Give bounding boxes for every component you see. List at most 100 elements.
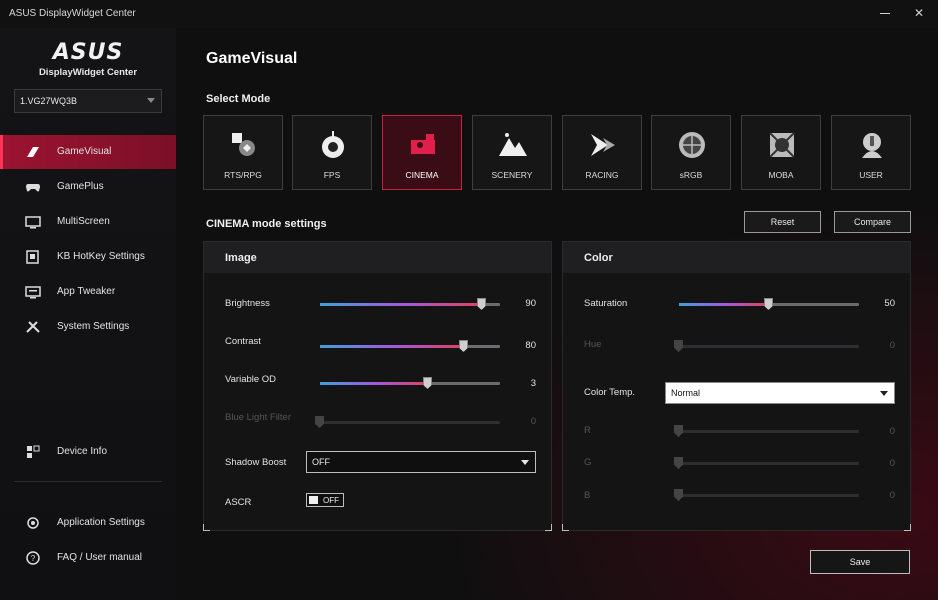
brightness-slider[interactable] (320, 298, 500, 310)
sidebar-item-label: MultiScreen (57, 216, 110, 227)
mode-label: CINEMA (405, 170, 439, 180)
mode-srgb[interactable]: sRGB (651, 115, 731, 190)
blue-light-filter-label: Blue Light Filter (225, 412, 292, 423)
color-temp-value: Normal (671, 388, 701, 398)
ascr-toggle[interactable]: OFF (306, 493, 344, 507)
mode-label: sRGB (679, 170, 703, 180)
multiscreen-icon (25, 216, 41, 229)
mode-rts-rpg[interactable]: RTS/RPG (203, 115, 283, 190)
b-value: 0 (889, 490, 895, 501)
r-slider (674, 425, 859, 437)
chevron-down-icon (880, 391, 888, 396)
slider-thumb[interactable] (477, 298, 486, 310)
gamepad-icon (26, 184, 40, 192)
mode-label: SCENERY (491, 170, 533, 180)
hue-label: Hue (584, 339, 602, 350)
slider-thumb[interactable] (423, 377, 432, 389)
slider-fill (679, 303, 769, 306)
sidebar-item-kb-hotkey[interactable]: KB HotKey Settings (0, 240, 176, 274)
mode-scenery[interactable]: SCENERY (472, 115, 552, 190)
image-panel: Image Brightness 90 Contrast 80 Variable… (203, 241, 552, 531)
blue-light-filter-value: 0 (530, 416, 536, 427)
sidebar-item-label: Application Settings (57, 517, 145, 528)
sidebar-item-label: System Settings (57, 321, 130, 332)
srgb-icon (679, 132, 705, 158)
contrast-slider[interactable] (320, 340, 500, 352)
shadow-boost-value: OFF (312, 457, 330, 467)
slider-thumb (315, 416, 324, 428)
mountain-icon (499, 133, 527, 156)
main-content: GameVisual Select Mode RTS/RPG FPS CINEM… (176, 28, 938, 600)
image-panel-title: Image (225, 252, 257, 264)
cinema-icon (411, 134, 435, 154)
g-label: G (584, 457, 592, 468)
mode-cinema[interactable]: CINEMA (382, 115, 462, 190)
svg-text:?: ? (31, 554, 36, 563)
app-tweaker-icon (25, 286, 41, 299)
saturation-slider[interactable] (679, 298, 859, 310)
sidebar-item-app-settings[interactable]: Application Settings (0, 506, 176, 540)
slider-fill (320, 382, 428, 385)
fps-icon (322, 131, 344, 158)
tools-icon (26, 321, 40, 333)
hue-slider (674, 340, 859, 352)
panel-corner (904, 524, 911, 531)
mode-racing[interactable]: RACING (562, 115, 642, 190)
panel-corner (562, 524, 569, 531)
sidebar-item-faq[interactable]: ? FAQ / User manual (0, 541, 176, 575)
brightness-value: 90 (525, 298, 536, 309)
close-button[interactable]: ✕ (907, 2, 931, 24)
color-panel-title: Color (584, 252, 613, 264)
g-value: 0 (889, 458, 895, 469)
user-icon (862, 133, 882, 158)
color-temp-label: Color Temp. (584, 387, 636, 398)
sidebar-item-label: GameVisual (57, 146, 112, 157)
sidebar-item-label: KB HotKey Settings (57, 251, 145, 262)
racing-icon (591, 134, 615, 156)
mode-fps[interactable]: FPS (292, 115, 372, 190)
slider-fill (320, 345, 464, 348)
contrast-label: Contrast (225, 336, 261, 347)
b-slider (674, 489, 859, 501)
slider-thumb[interactable] (764, 298, 773, 310)
sidebar-item-multiscreen[interactable]: MultiScreen (0, 205, 176, 239)
help-icon: ? (26, 551, 40, 565)
slider-thumb[interactable] (459, 340, 468, 352)
save-button[interactable]: Save (810, 550, 910, 574)
sidebar: ASUS DisplayWidget Center 1.VG27WQ3B Gam… (0, 28, 176, 600)
minimize-button[interactable] (873, 2, 897, 24)
color-temp-dropdown[interactable]: Normal (665, 382, 895, 404)
minimize-icon (880, 13, 890, 14)
rts-rpg-icon (232, 133, 255, 156)
sidebar-item-gameplus[interactable]: GamePlus (0, 170, 176, 204)
mode-moba[interactable]: MOBA (741, 115, 821, 190)
compare-button[interactable]: Compare (834, 211, 911, 233)
shadow-boost-dropdown[interactable]: OFF (306, 451, 536, 473)
mode-label: FPS (323, 170, 341, 180)
slider-thumb (674, 425, 683, 437)
r-label: R (584, 425, 591, 436)
keyboard-icon (26, 250, 39, 264)
asus-logo: ASUS (52, 40, 124, 65)
slider-fill (320, 303, 482, 306)
sidebar-item-app-tweaker[interactable]: App Tweaker (0, 275, 176, 309)
blue-light-filter-slider (315, 416, 500, 428)
monitor-select-value: 1.VG27WQ3B (20, 96, 78, 106)
monitor-select[interactable]: 1.VG27WQ3B (14, 89, 162, 113)
variable-od-slider[interactable] (320, 377, 500, 389)
mode-label: RTS/RPG (224, 170, 262, 180)
chevron-down-icon (521, 460, 529, 465)
slider-thumb (674, 489, 683, 501)
sidebar-item-system-settings[interactable]: System Settings (0, 310, 176, 344)
reset-button[interactable]: Reset (744, 211, 821, 233)
sidebar-item-label: FAQ / User manual (57, 552, 143, 563)
slider-thumb (674, 457, 683, 469)
mode-user[interactable]: USER (831, 115, 911, 190)
sidebar-item-device-info[interactable]: Device Info (0, 435, 176, 469)
gamevisual-icon (27, 147, 39, 157)
sidebar-item-gamevisual[interactable]: GameVisual (0, 135, 176, 169)
image-panel-header: Image (204, 242, 551, 273)
page-title: GameVisual (206, 50, 298, 67)
close-icon: ✕ (913, 6, 925, 20)
contrast-value: 80 (525, 340, 536, 351)
